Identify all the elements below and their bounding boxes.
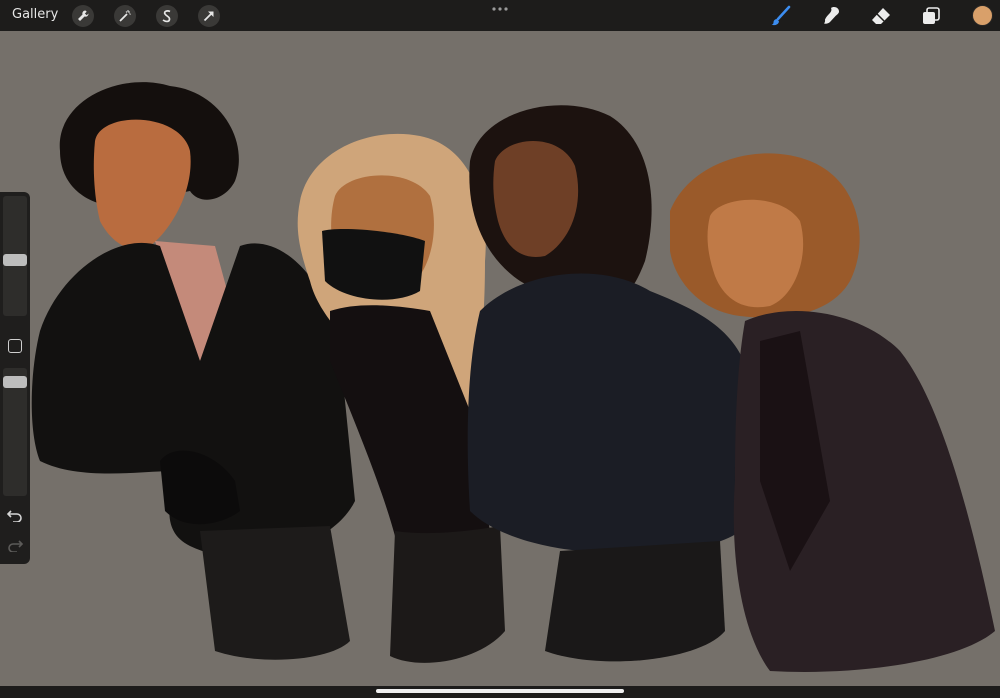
brush-icon xyxy=(771,5,791,26)
brush-tool-button[interactable] xyxy=(769,4,793,28)
top-toolbar: Gallery xyxy=(0,0,1000,31)
left-sidebar xyxy=(0,192,30,564)
selection-icon xyxy=(162,10,171,23)
modify-square-icon[interactable] xyxy=(8,339,22,353)
more-options-icon[interactable] xyxy=(491,6,509,12)
home-indicator[interactable] xyxy=(376,689,624,693)
figure-1 xyxy=(31,82,355,660)
magic-wand-icon xyxy=(119,10,131,22)
drawing-canvas[interactable] xyxy=(0,31,1000,686)
opacity-handle[interactable] xyxy=(3,376,27,388)
transform-button[interactable] xyxy=(198,5,220,27)
layers-icon xyxy=(923,7,940,24)
color-picker-swatch[interactable] xyxy=(972,5,993,26)
eraser-tool-button[interactable] xyxy=(869,4,893,28)
smudge-tool-button[interactable] xyxy=(819,4,843,28)
brush-size-handle[interactable] xyxy=(3,254,27,266)
eraser-icon xyxy=(872,8,890,24)
wrench-icon xyxy=(78,10,89,21)
smudge-icon xyxy=(824,7,839,24)
actions-button[interactable] xyxy=(72,5,94,27)
gallery-button[interactable]: Gallery xyxy=(12,7,58,22)
bottom-bar xyxy=(0,686,1000,698)
undo-icon[interactable] xyxy=(6,508,24,522)
transform-arrow-icon xyxy=(203,11,214,22)
selection-button[interactable] xyxy=(156,5,178,27)
artwork-illustration xyxy=(31,82,995,672)
layers-button[interactable] xyxy=(919,4,943,28)
redo-icon[interactable] xyxy=(6,538,24,552)
adjustments-button[interactable] xyxy=(114,5,136,27)
